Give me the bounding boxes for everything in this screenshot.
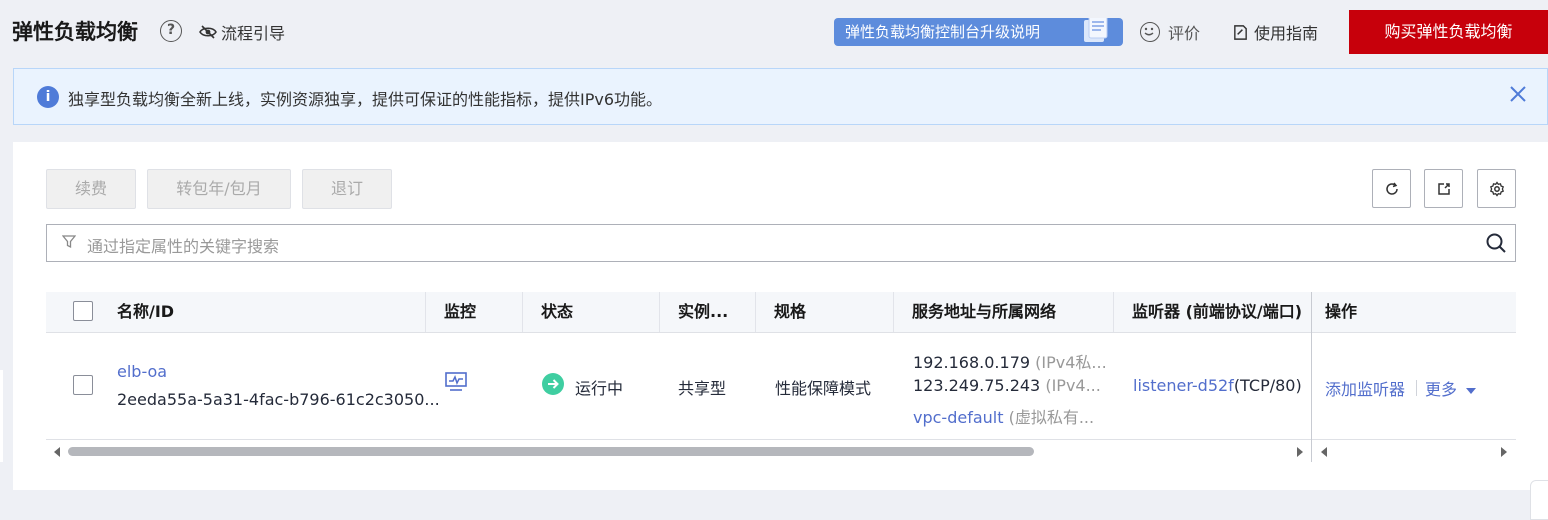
spec-value: 性能保障模式 bbox=[775, 379, 872, 398]
public-ip-value: 123.249.75.243 bbox=[913, 376, 1041, 395]
edit-doc-icon bbox=[1234, 24, 1247, 40]
table-row: elb-oa 2eeda55a-5a31-4fac-b796-61c2c3050… bbox=[46, 292, 1516, 462]
col-instance-type[interactable]: 实例... bbox=[678, 292, 728, 332]
instance-type-value: 共享型 bbox=[678, 379, 727, 398]
eye-off-icon bbox=[199, 25, 217, 39]
side-tab[interactable] bbox=[0, 370, 3, 462]
private-ip-value: 192.168.0.179 bbox=[913, 353, 1031, 372]
private-ip-note: (IPv4私... bbox=[1035, 353, 1107, 372]
vpc-link[interactable]: vpc-default bbox=[913, 408, 1004, 427]
col-listener: 监听器 (前端协议/端口) bbox=[1132, 302, 1303, 321]
upgrade-notes-label: 弹性负载均衡控制台升级说明 bbox=[845, 23, 1041, 41]
vpc-note: (虚拟私有... bbox=[1008, 408, 1095, 427]
renew-button[interactable]: 续费 bbox=[46, 169, 136, 209]
fixed-column-divider bbox=[1311, 292, 1312, 462]
elb-id: 2eeda55a-5a31-4fac-b796-61c2c3050... bbox=[117, 390, 440, 409]
col-actions: 操作 bbox=[1325, 302, 1358, 321]
notice-text: 独享型负载均衡全新上线，实例资源独享，提供可保证的性能指标，提供IPv6功能。 bbox=[68, 90, 663, 109]
listener-link[interactable]: listener-d52f bbox=[1133, 376, 1234, 395]
floating-helper-tab[interactable] bbox=[1530, 480, 1548, 520]
select-all-checkbox[interactable] bbox=[73, 301, 93, 321]
scrollbar-thumb[interactable] bbox=[68, 447, 1034, 456]
elb-name-link[interactable]: elb-oa bbox=[117, 362, 167, 381]
listener-cell: listener-d52f(TCP/80) bbox=[1133, 376, 1302, 395]
col-monitor: 监控 bbox=[444, 302, 477, 321]
buy-elb-button[interactable]: 购买弹性负载均衡 bbox=[1349, 10, 1548, 54]
col-address: 服务地址与所属网络 bbox=[912, 302, 1057, 321]
settings-button[interactable] bbox=[1477, 169, 1516, 208]
scroll-left-icon[interactable] bbox=[54, 447, 60, 457]
public-ip: 123.249.75.243 (IPv4... bbox=[913, 376, 1101, 395]
vpc: vpc-default (虚拟私有... bbox=[913, 404, 1094, 428]
convert-billing-button[interactable]: 转包年/包月 bbox=[147, 169, 291, 209]
user-guide-link[interactable]: 使用指南 bbox=[1232, 20, 1318, 44]
chevron-down-icon bbox=[1466, 387, 1477, 394]
elb-list-panel: 续费 转包年/包月 退订 通过指定属性的关键字搜索 名称/ID 监控 状态 实例… bbox=[13, 142, 1548, 490]
search-icon[interactable] bbox=[1485, 232, 1507, 254]
process-guide-label: 流程引导 bbox=[221, 24, 286, 43]
col-name[interactable]: 名称/ID bbox=[117, 292, 174, 332]
more-dropdown[interactable]: 更多 bbox=[1425, 376, 1477, 400]
action-divider bbox=[1416, 380, 1417, 396]
table-header: 名称/ID 监控 状态 实例... 规格 服务地址与所属网络 监听器 (前端协议… bbox=[46, 292, 1516, 333]
fixed-column-scrollbar[interactable] bbox=[1311, 444, 1516, 460]
column-divider bbox=[1113, 292, 1114, 332]
status-text: 运行中 bbox=[575, 379, 624, 398]
public-ip-note: (IPv4... bbox=[1045, 376, 1101, 395]
column-divider bbox=[425, 292, 426, 332]
more-label: 更多 bbox=[1425, 380, 1458, 399]
monitor-icon[interactable] bbox=[444, 371, 468, 393]
column-divider bbox=[522, 292, 523, 332]
search-input[interactable]: 通过指定属性的关键字搜索 bbox=[46, 224, 1516, 262]
horizontal-scrollbar[interactable] bbox=[46, 444, 1311, 460]
smile-icon bbox=[1140, 22, 1160, 42]
column-divider bbox=[893, 292, 894, 332]
column-divider bbox=[659, 292, 660, 332]
scroll-right-icon[interactable] bbox=[1501, 447, 1507, 457]
scroll-right-icon[interactable] bbox=[1297, 447, 1303, 457]
add-listener-link[interactable]: 添加监听器 bbox=[1325, 376, 1405, 400]
listener-protocol: (TCP/80) bbox=[1233, 376, 1302, 395]
rate-label: 评价 bbox=[1168, 24, 1201, 43]
user-guide-label: 使用指南 bbox=[1254, 24, 1319, 43]
process-guide-link[interactable]: 流程引导 bbox=[199, 20, 285, 44]
search-placeholder: 通过指定属性的关键字搜索 bbox=[87, 237, 280, 256]
refresh-button[interactable] bbox=[1372, 169, 1411, 208]
refresh-icon bbox=[1385, 182, 1398, 195]
document-icon bbox=[1084, 18, 1108, 42]
column-divider bbox=[755, 292, 756, 332]
row-checkbox[interactable] bbox=[73, 375, 93, 395]
page-title: 弹性负载均衡 bbox=[12, 20, 138, 44]
unsubscribe-button[interactable]: 退订 bbox=[302, 169, 392, 209]
running-status-icon bbox=[542, 373, 564, 395]
info-icon: i bbox=[37, 86, 59, 108]
rate-link[interactable]: 评价 bbox=[1140, 20, 1200, 44]
scroll-left-icon[interactable] bbox=[1321, 447, 1327, 457]
upgrade-notes-banner[interactable]: 弹性负载均衡控制台升级说明 bbox=[834, 18, 1123, 46]
notice-bar: i 独享型负载均衡全新上线，实例资源独享，提供可保证的性能指标，提供IPv6功能… bbox=[13, 68, 1548, 125]
export-button[interactable] bbox=[1424, 169, 1463, 208]
private-ip: 192.168.0.179 (IPv4私... bbox=[913, 349, 1107, 373]
export-icon bbox=[1437, 182, 1450, 195]
col-status[interactable]: 状态 bbox=[541, 292, 573, 332]
col-spec[interactable]: 规格 bbox=[774, 292, 806, 332]
help-icon[interactable]: ? bbox=[160, 20, 182, 42]
filter-icon bbox=[62, 235, 76, 249]
close-icon[interactable] bbox=[1509, 85, 1527, 103]
gear-icon bbox=[1489, 180, 1504, 197]
